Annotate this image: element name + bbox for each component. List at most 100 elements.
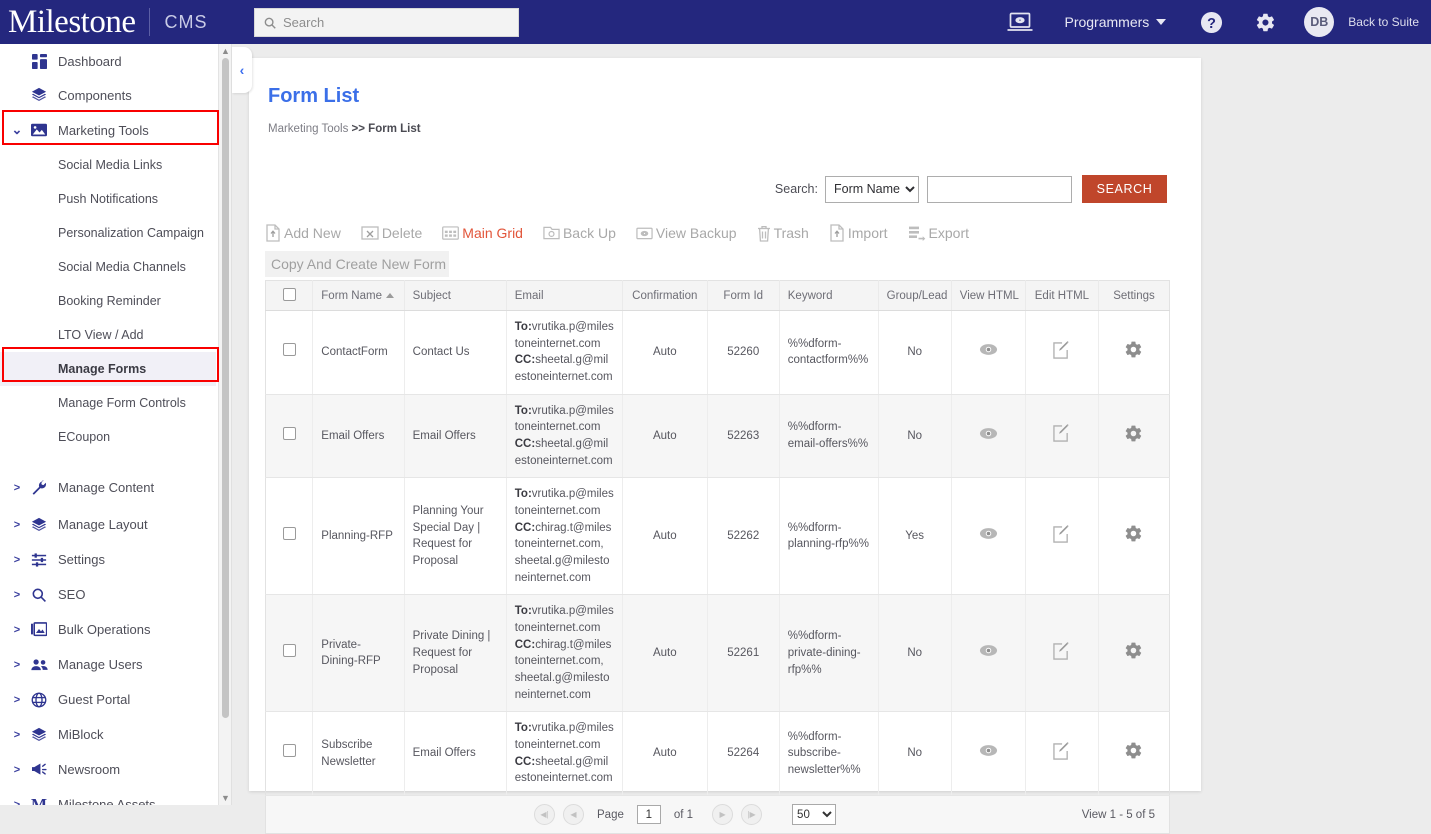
view-html-button[interactable] (951, 711, 1026, 797)
page-size-select[interactable]: 50 (792, 804, 837, 825)
table-row[interactable]: Email Offers Email Offers To:vrutika.p@mil… (265, 394, 1170, 479)
row-select-cell[interactable] (265, 477, 314, 596)
sidebar-item-settings[interactable]: > Settings (0, 542, 216, 577)
sidebar-item-manage-users[interactable]: > Manage Users (0, 647, 216, 682)
view-html-button[interactable] (951, 477, 1026, 596)
sidebar-item-milestone-assets[interactable]: > M Milestone Assets (0, 787, 216, 805)
row-checkbox[interactable] (282, 744, 296, 758)
edit-html-button[interactable] (1025, 594, 1099, 713)
search-button[interactable]: SEARCH (1082, 175, 1167, 203)
table-row[interactable]: Subscribe Newsletter Email Offers To:vruti… (265, 711, 1170, 797)
sidebar-item-bulk-operations[interactable]: > Bulk Operations (0, 612, 216, 647)
sidebar-item-label: SEO (58, 587, 86, 602)
add-new-button[interactable]: Add New (265, 220, 341, 246)
scroll-up-arrow-icon[interactable]: ▲ (221, 46, 230, 56)
view-html-button[interactable] (951, 310, 1026, 395)
sidebar-item-miblock[interactable]: > MiBlock (0, 717, 216, 752)
sidebar-item-manage-forms[interactable]: Manage Forms (0, 352, 216, 386)
sidebar-item-guest-portal[interactable]: > Guest Portal (0, 682, 216, 717)
toolbar-label: Export (928, 225, 970, 241)
copy-and-create-new-form-button[interactable]: Copy And Create New Form (265, 251, 450, 277)
row-select-cell[interactable] (265, 711, 314, 797)
sidebar-item-marketing-tools[interactable]: ⌄ Marketing Tools (0, 112, 216, 148)
select-all-checkbox[interactable] (282, 287, 296, 301)
last-page-button[interactable]: |▶ (741, 804, 763, 825)
first-page-button[interactable]: ◀| (534, 804, 555, 825)
sidebar-collapse-toggle[interactable]: ‹ (232, 47, 252, 93)
search-input[interactable] (927, 175, 1072, 203)
edit-html-button[interactable] (1025, 711, 1099, 797)
col-email[interactable]: Email (506, 280, 623, 311)
sidebar-item-seo[interactable]: > SEO (0, 577, 216, 612)
sidebar-item-components[interactable]: Components (0, 78, 216, 112)
global-search-input[interactable]: Search (254, 8, 519, 37)
row-checkbox[interactable] (282, 644, 296, 658)
sidebar-item-manage-form-controls[interactable]: Manage Form Controls (0, 386, 216, 420)
settings-button[interactable] (1098, 711, 1170, 797)
settings-button[interactable] (1098, 310, 1170, 395)
help-icon[interactable]: ? (1200, 11, 1223, 34)
col-form-id[interactable]: Form Id (707, 280, 780, 311)
back-up-button[interactable]: Back Up (543, 220, 616, 246)
row-select-cell[interactable] (265, 594, 314, 713)
edit-html-button[interactable] (1025, 394, 1099, 479)
sidebar-item-booking-reminder[interactable]: Booking Reminder (0, 284, 216, 318)
view-html-button[interactable] (951, 394, 1026, 479)
row-checkbox[interactable] (282, 426, 296, 440)
row-select-cell[interactable] (265, 310, 314, 395)
row-checkbox[interactable] (282, 527, 296, 541)
delete-button[interactable]: Delete (361, 220, 422, 246)
gear-icon (1124, 743, 1143, 763)
view-backup-button[interactable]: View Backup (636, 220, 737, 246)
col-confirmation[interactable]: Confirmation (622, 280, 708, 311)
table-row[interactable]: Private-Dining-RFP Private Dining | Reque… (265, 594, 1170, 713)
sidebar-item-push-notifications[interactable]: Push Notifications (0, 182, 216, 216)
table-row[interactable]: Planning-RFP Planning Your Special Day | … (265, 477, 1170, 596)
settings-button[interactable] (1098, 477, 1170, 596)
sidebar-item-lto-view-add[interactable]: LTO View / Add (0, 318, 216, 352)
sidebar-item-newsroom[interactable]: > Newsroom (0, 752, 216, 787)
search-field-select[interactable]: Form Name (825, 175, 919, 203)
sidebar-item-social-media-links[interactable]: Social Media Links (0, 148, 216, 182)
prev-page-button[interactable]: ◀ (563, 804, 584, 825)
row-checkbox[interactable] (282, 343, 296, 356)
sidebar-item-social-media-channels[interactable]: Social Media Channels (0, 250, 216, 284)
sidebar-scrollbar-thumb[interactable] (222, 58, 229, 718)
row-select-cell[interactable] (265, 394, 314, 479)
select-all-header[interactable] (265, 280, 314, 311)
avatar[interactable]: DB (1304, 7, 1335, 37)
sidebar-item-dashboard[interactable]: Dashboard (0, 44, 216, 78)
sidebar-item-ecoupon[interactable]: ECoupon (0, 420, 216, 454)
import-button[interactable]: Import (829, 220, 888, 246)
next-page-button[interactable]: ▶ (712, 804, 734, 825)
trash-button[interactable]: Trash (757, 220, 809, 246)
sidebar-item-label: Bulk Operations (58, 622, 151, 637)
breadcrumb-parent[interactable]: Marketing Tools (268, 123, 348, 135)
col-group-lead[interactable]: Group/Lead (878, 280, 952, 311)
cell-form-name: Planning-RFP (312, 477, 405, 596)
col-form-name[interactable]: Form Name (312, 280, 405, 311)
col-view-html: View HTML (951, 280, 1026, 311)
back-to-suite-link[interactable]: Back to Suite (1348, 15, 1419, 29)
scroll-down-arrow-icon[interactable]: ▼ (221, 793, 230, 803)
sidebar-item-manage-layout[interactable]: > Manage Layout (0, 507, 216, 542)
main-grid-button[interactable]: Main Grid (442, 220, 523, 246)
sidebar-scrollbar[interactable]: ▲ ▼ (218, 44, 231, 805)
table-row[interactable]: ContactForm Contact Us To:vrutika.p@milest… (265, 310, 1170, 395)
edit-html-button[interactable] (1025, 477, 1099, 596)
preview-monitor-icon[interactable] (1006, 11, 1034, 33)
user-role-menu[interactable]: Programmers (1064, 14, 1167, 30)
settings-button[interactable] (1098, 394, 1170, 479)
grid-icon (442, 225, 460, 241)
page-number-input[interactable] (636, 805, 661, 824)
sidebar-item-personalization-campaign[interactable]: Personalization Campaign (0, 216, 216, 250)
export-button[interactable]: Export (908, 220, 969, 246)
file-export-icon (908, 225, 926, 241)
view-html-button[interactable] (951, 594, 1026, 713)
col-keyword[interactable]: Keyword (779, 280, 879, 311)
sidebar-item-manage-content[interactable]: > Manage Content (0, 468, 216, 507)
settings-button[interactable] (1098, 594, 1170, 713)
col-subject[interactable]: Subject (404, 280, 507, 311)
edit-html-button[interactable] (1025, 310, 1099, 395)
settings-gear-icon[interactable] (1255, 12, 1276, 33)
